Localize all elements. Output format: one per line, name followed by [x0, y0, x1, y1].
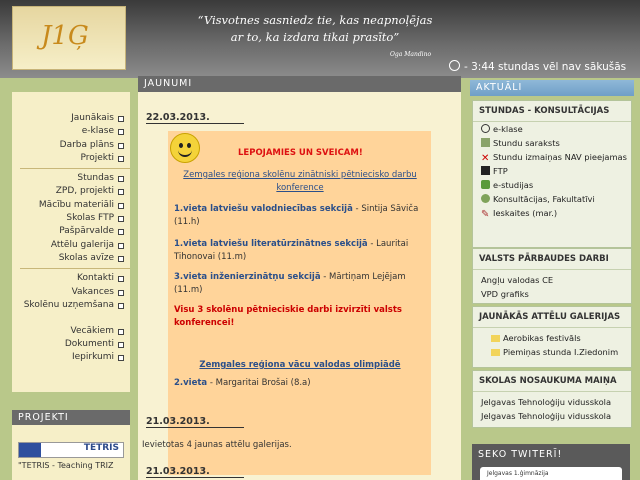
cross-icon: ✕	[481, 153, 490, 164]
tetris-logo-text: TETRIS	[83, 443, 119, 453]
twitter-widget-text: Jelgavas 1.ģimnāzija	[487, 470, 549, 477]
galleries-panel-title: JAUNĀKĀS ATTĒLU GALERIJAS	[473, 307, 631, 328]
news-column: JAUNUMI 22.03.2013. LEPOJAMIES UN SVEICA…	[138, 76, 461, 480]
clock-text: - 3:44 stundas vēl nav sākušās	[464, 61, 627, 73]
nav-attelu-galerija[interactable]: Attēlu galerija	[12, 239, 130, 252]
exams-panel-title: VALSTS PĀRBAUDES DARBI	[473, 249, 631, 270]
link-anglu-valodas-ce[interactable]: Angļu valodas CE	[473, 270, 631, 287]
result-3: 3.vieta inženierzinātņu sekcijā - Mārtiņ…	[174, 271, 426, 296]
nav-skolas-ftp[interactable]: Skolas FTP	[12, 212, 130, 225]
lessons-panel: STUNDAS - KONSULTĀCIJAS e-klase Stundu s…	[472, 100, 632, 248]
nav-skolas-avize[interactable]: Skolas avīze	[12, 252, 130, 265]
e-klase-icon	[481, 124, 490, 133]
result-3-link[interactable]: 3.vieta inženierzinātņu sekcijā	[174, 272, 321, 282]
result-2: 1.vieta latviešu literatūrzinātnes sekci…	[174, 238, 426, 263]
lessons-panel-title: STUNDAS - KONSULTĀCIJAS	[473, 101, 631, 122]
conference-link[interactable]: Zemgales reģiona skolēnu zinātniski pētn…	[174, 169, 426, 194]
school-name-link-2[interactable]: Jelgavas Tehnoloģiju vidusskola	[473, 409, 631, 423]
nav-pasparvalde[interactable]: Pašpārvalde	[12, 225, 130, 238]
logo-text: J1Ģ	[41, 21, 89, 51]
exams-panel: VALSTS PĀRBAUDES DARBI Angļu valodas CE …	[472, 248, 632, 304]
quote-author: Oga Mandino	[390, 51, 432, 58]
link-konsultacijas[interactable]: Konsultācijas, Fakultatīvi	[473, 192, 631, 206]
nav-macibu-materiali[interactable]: Mācību materiāli	[12, 199, 130, 212]
quote-line-1: “Visvotnes sasniedz tie, kas neapnoļējas	[197, 13, 433, 27]
nav-stundas[interactable]: Stundas	[12, 172, 130, 185]
school-logo[interactable]: J1Ģ	[12, 6, 126, 70]
news-date[interactable]: 22.03.2013.	[146, 112, 244, 124]
nav-divider	[20, 268, 130, 270]
nav-jaunakais[interactable]: Jaunākais	[12, 112, 130, 125]
eu-flag-icon	[19, 443, 41, 457]
news-heading: JAUNUMI	[138, 76, 461, 92]
link-stundu-izmainas[interactable]: ✕ Stundu izmaiņas NAV pieejamas	[473, 150, 631, 164]
conference-note: Visu 3 skolēnu pētnieciskie darbi izvirz…	[174, 305, 402, 328]
gallery-pieminas-stunda[interactable]: Piemiņas stunda I.Ziedonim	[473, 345, 631, 359]
twitter-panel: SEKO TWITERĪ! Jelgavas 1.ģimnāzija	[472, 444, 630, 480]
nav-zpd-projekti[interactable]: ZPD, projekti	[12, 185, 130, 198]
site-header: J1Ģ “Visvotnes sasniedz tie, kas neapnoļ…	[0, 0, 640, 78]
link-e-studijas[interactable]: e-studijas	[473, 178, 631, 192]
e-studies-icon	[481, 180, 490, 189]
link-e-klase[interactable]: e-klase	[473, 122, 631, 136]
gallery-news-text: Ievietotas 4 jaunas attēlu galerijas.	[142, 440, 292, 450]
schedule-icon	[481, 138, 490, 147]
link-ieskaites[interactable]: ✎ Ieskaites (mar.)	[473, 206, 631, 220]
projects-caption: "TETRIS - Teaching TRIZ	[18, 461, 114, 470]
school-name-link-1[interactable]: Jelgavas Tehnoloģiju vidusskola	[473, 392, 631, 409]
olympiad-result-link[interactable]: 2.vieta	[174, 378, 207, 388]
header-quote: “Visvotnes sasniedz tie, kas neapnoļējas…	[160, 12, 470, 46]
projects-panel: PROJEKTI TETRIS "TETRIS - Teaching TRIZ	[12, 410, 130, 480]
pencil-icon: ✎	[481, 209, 490, 220]
twitter-heading: SEKO TWITERĪ!	[478, 449, 563, 460]
main-navigation: Jaunākais e-klase Darba plāns Projekti S…	[12, 112, 130, 365]
announcement-title: LEPOJAMIES UN SVEICAM!	[238, 148, 363, 158]
nav-darba-plans[interactable]: Darba plāns	[12, 139, 130, 152]
smiley-icon	[170, 133, 200, 163]
nav-vakances[interactable]: Vakances	[12, 286, 130, 299]
result-1: 1.vieta latviešu valodniecības sekcijā -…	[174, 203, 426, 228]
twitter-widget[interactable]: Jelgavas 1.ģimnāzija	[480, 467, 622, 480]
quote-line-2: ar to, ka izdara tikai prasīto”	[230, 30, 400, 44]
clock-icon	[449, 60, 460, 71]
olympiad-result-text: - Margaritai Brošai (8.a)	[207, 378, 311, 388]
nav-vecakiem[interactable]: Vecākiem	[12, 325, 130, 338]
news-date[interactable]: 21.03.2013.	[146, 466, 244, 478]
nav-kontakti[interactable]: Kontakti	[12, 272, 130, 285]
nav-projekti[interactable]: Projekti	[12, 152, 130, 165]
link-vpd-grafiks[interactable]: VPD grafiks	[473, 287, 631, 301]
gallery-aerobikas[interactable]: Aerobikas festivāls	[473, 328, 631, 345]
folder-icon	[491, 349, 500, 356]
nav-skolenu-uznemsana[interactable]: Skolēnu uzņemšana	[12, 299, 130, 325]
folder-icon	[491, 335, 500, 342]
olympiad-result: 2.vieta - Margaritai Brošai (8.a)	[174, 377, 426, 390]
olympiad-link[interactable]: Zemgales reģiona vācu valodas olimpiādē	[174, 359, 426, 372]
nav-divider	[20, 168, 130, 170]
link-ftp[interactable]: FTP	[473, 164, 631, 178]
projects-heading: PROJEKTI	[12, 410, 130, 425]
school-name-panel-title: SKOLAS NOSAUKUMA MAIŅA	[473, 371, 631, 392]
news-date[interactable]: 21.03.2013.	[146, 416, 244, 428]
galleries-panel: JAUNĀKĀS ATTĒLU GALERIJAS Aerobikas fest…	[472, 306, 632, 368]
school-name-panel: SKOLAS NOSAUKUMA MAIŅA Jelgavas Tehnoloģ…	[472, 370, 632, 428]
result-1-link[interactable]: 1.vieta latviešu valodniecības sekcijā	[174, 204, 353, 214]
aktuali-heading: AKTUĀLI	[470, 80, 634, 96]
nav-iepirkumi[interactable]: Iepirkumi	[12, 351, 130, 364]
result-2-link[interactable]: 1.vieta latviešu literatūrzinātnes sekci…	[174, 239, 368, 249]
link-stundu-saraksts[interactable]: Stundu saraksts	[473, 136, 631, 150]
consultations-icon	[481, 194, 490, 203]
nav-dokumenti[interactable]: Dokumenti	[12, 338, 130, 351]
tetris-project-banner[interactable]: TETRIS	[18, 442, 124, 458]
clock-status: - 3:44 stundas vēl nav sākušās	[449, 60, 626, 73]
nav-e-klase[interactable]: e-klase	[12, 125, 130, 138]
right-sidebar: AKTUĀLI STUNDAS - KONSULTĀCIJAS e-klase …	[470, 76, 634, 480]
ftp-icon	[481, 166, 490, 175]
